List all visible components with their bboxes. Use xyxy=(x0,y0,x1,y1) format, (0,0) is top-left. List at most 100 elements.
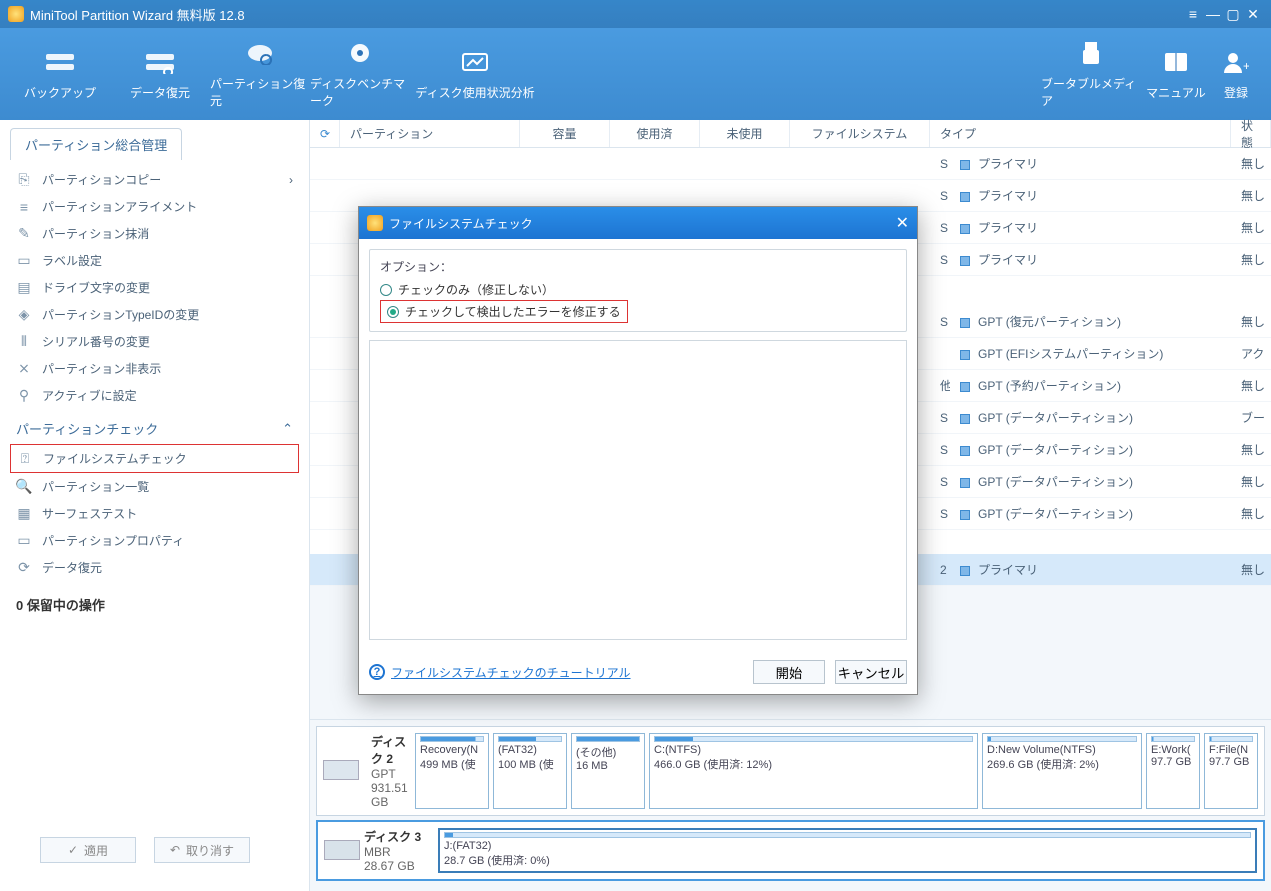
grid-header: ⟳ パーティション 容量 使用済 未使用 ファイルシステム タイプ 状態 xyxy=(310,120,1271,148)
disk2-volume[interactable]: E:Work(97.7 GB xyxy=(1146,733,1200,809)
dialog-title: ファイルシステムチェック xyxy=(389,215,533,232)
usb-icon xyxy=(1075,39,1107,67)
chevron-up-icon: ⌃ xyxy=(282,421,293,437)
col-unused[interactable]: 未使用 xyxy=(700,120,790,147)
svg-text:+: + xyxy=(1243,59,1249,73)
fscheck-dialog: ファイルシステムチェック ✕ オプション： チェックのみ（修正しない） チェック… xyxy=(358,206,918,695)
disk3-volume[interactable]: J:(FAT32) 28.7 GB (使用済: 0%) xyxy=(438,828,1257,873)
disk2-volume[interactable]: Recovery(N499 MB (使 xyxy=(415,733,489,809)
typeid-icon: ◈ xyxy=(16,307,32,323)
sidebar-item-wipe[interactable]: ✎パーティション抹消 xyxy=(10,220,299,247)
sidebar-item-properties[interactable]: ▭パーティションプロパティ xyxy=(10,527,299,554)
hide-icon: ⨯ xyxy=(16,361,32,377)
user-plus-icon: + xyxy=(1220,48,1252,76)
dialog-titlebar: ファイルシステムチェック ✕ xyxy=(359,207,917,239)
sidebar-item-copy[interactable]: ⎘パーティションコピー› xyxy=(10,166,299,193)
copy-icon: ⎘ xyxy=(16,172,32,188)
sidebar-item-serial[interactable]: ⦀シリアル番号の変更 xyxy=(10,328,299,355)
menu-icon[interactable]: ≡ xyxy=(1183,6,1203,22)
apply-button[interactable]: ✓適用 xyxy=(40,837,136,863)
backup-button[interactable]: バックアップ xyxy=(10,34,110,114)
manual-button[interactable]: マニュアル xyxy=(1141,34,1211,114)
sidebar-item-typeid[interactable]: ◈パーティションTypeIDの変更 xyxy=(10,301,299,328)
col-type[interactable]: タイプ xyxy=(930,120,1231,147)
undo-button[interactable]: ↶取り消す xyxy=(154,837,250,863)
disk2-volume[interactable]: (FAT32)100 MB (使 xyxy=(493,733,567,809)
benchmark-button[interactable]: ディスクベンチマーク xyxy=(310,34,410,114)
col-status[interactable]: 状態 xyxy=(1231,120,1271,147)
check-icon: ✓ xyxy=(68,843,78,857)
sidebar-item-hide[interactable]: ⨯パーティション非表示 xyxy=(10,355,299,382)
pending-ops: 0 保留中の操作 xyxy=(10,581,299,628)
disk-3-row[interactable]: ディスク 3 MBR 28.67 GB J:(FAT32) 28.7 GB (使… xyxy=(316,820,1265,881)
radio-check-fix[interactable]: チェックして検出したエラーを修正する xyxy=(380,300,628,323)
sidebar-item-active[interactable]: ⚲アクティブに設定 xyxy=(10,382,299,409)
close-icon[interactable]: ✕ xyxy=(1243,6,1263,23)
section-tab[interactable]: パーティション総合管理 xyxy=(10,128,182,160)
disk-usage-button[interactable]: ディスク使用状況分析 xyxy=(410,34,540,114)
register-button[interactable]: + 登録 xyxy=(1211,34,1261,114)
dialog-close-icon[interactable]: ✕ xyxy=(896,213,909,233)
radio-checked-icon xyxy=(387,306,399,318)
search-icon: 🔍 xyxy=(16,479,32,495)
barcode-icon: ⦀ xyxy=(16,334,32,350)
app-logo-icon xyxy=(8,6,24,22)
col-partition[interactable]: パーティション xyxy=(340,120,520,147)
col-used[interactable]: 使用済 xyxy=(610,120,700,147)
data-recovery-icon xyxy=(144,48,176,76)
sidebar-item-align[interactable]: ≡パーティションアライメント xyxy=(10,193,299,220)
table-row[interactable]: Sプライマリ無し xyxy=(310,148,1271,180)
cancel-button[interactable]: キャンセル xyxy=(835,660,907,684)
sidebar: パーティション総合管理 ⎘パーティションコピー› ≡パーティションアライメント … xyxy=(0,120,310,891)
benchmark-icon xyxy=(344,39,376,67)
radio-check-only[interactable]: チェックのみ（修正しない） xyxy=(380,279,896,300)
pin-icon: ⚲ xyxy=(16,388,32,404)
disk2-volume[interactable]: (その他)16 MB xyxy=(571,733,645,809)
minimize-icon[interactable]: — xyxy=(1203,6,1223,22)
options-label: オプション： xyxy=(380,258,896,275)
fscheck-icon: ⍰ xyxy=(17,451,33,467)
sidebar-item-label[interactable]: ▭ラベル設定 xyxy=(10,247,299,274)
maximize-icon[interactable]: ▢ xyxy=(1223,6,1243,23)
sidebar-item-recover[interactable]: ⟳データ復元 xyxy=(10,554,299,581)
col-fs[interactable]: ファイルシステム xyxy=(790,120,930,147)
drive-letter-icon: ▤ xyxy=(16,280,32,296)
output-area xyxy=(369,340,907,640)
chevron-right-icon: › xyxy=(289,173,293,187)
window-title: MiniTool Partition Wizard 無料版 12.8 xyxy=(30,5,1183,24)
dialog-logo-icon xyxy=(367,215,383,231)
disk-bar: ディスク 2 GPT 931.51 GB Recovery(N499 MB (使… xyxy=(310,719,1271,891)
undo-icon: ↶ xyxy=(170,843,180,857)
titlebar: MiniTool Partition Wizard 無料版 12.8 ≡ — ▢… xyxy=(0,0,1271,28)
sidebar-item-surface[interactable]: ▦サーフェステスト xyxy=(10,500,299,527)
col-capacity[interactable]: 容量 xyxy=(520,120,610,147)
partition-recovery-button[interactable]: パーティション復元 xyxy=(210,34,310,114)
start-button[interactable]: 開始 xyxy=(753,660,825,684)
disk2-volume[interactable]: D:New Volume(NTFS)269.6 GB (使用済: 2%) xyxy=(982,733,1142,809)
book-icon xyxy=(1160,48,1192,76)
reload-button[interactable]: ⟳ xyxy=(310,120,340,147)
radio-icon xyxy=(380,284,392,296)
sidebar-check-heading[interactable]: パーティションチェック⌃ xyxy=(10,409,299,444)
disk2-volume[interactable]: C:(NTFS)466.0 GB (使用済: 12%) xyxy=(649,733,978,809)
sidebar-item-explore[interactable]: 🔍パーティション一覧 xyxy=(10,473,299,500)
disk2-volume[interactable]: F:File(N97.7 GB xyxy=(1204,733,1258,809)
sidebar-item-drive-letter[interactable]: ▤ドライブ文字の変更 xyxy=(10,274,299,301)
usb-disk-icon xyxy=(324,840,360,860)
label-icon: ▭ xyxy=(16,253,32,269)
bootable-media-button[interactable]: ブータブルメディア xyxy=(1041,34,1141,114)
backup-icon xyxy=(44,48,76,76)
tutorial-link[interactable]: ? ファイルシステムチェックのチュートリアル xyxy=(369,664,631,681)
sidebar-item-fscheck[interactable]: ⍰ファイルシステムチェック xyxy=(10,444,299,473)
partition-recovery-icon xyxy=(244,39,276,67)
help-icon: ? xyxy=(369,664,385,680)
disk-2-row[interactable]: ディスク 2 GPT 931.51 GB Recovery(N499 MB (使… xyxy=(316,726,1265,816)
align-icon: ≡ xyxy=(16,199,32,215)
eraser-icon: ✎ xyxy=(16,226,32,242)
options-box: オプション： チェックのみ（修正しない） チェックして検出したエラーを修正する xyxy=(369,249,907,332)
disk-usage-icon xyxy=(459,48,491,76)
data-recovery-button[interactable]: データ復元 xyxy=(110,34,210,114)
properties-icon: ▭ xyxy=(16,533,32,549)
main-toolbar: バックアップ データ復元 パーティション復元 ディスクベンチマーク ディスク使用… xyxy=(0,28,1271,120)
recover-icon: ⟳ xyxy=(16,560,32,576)
